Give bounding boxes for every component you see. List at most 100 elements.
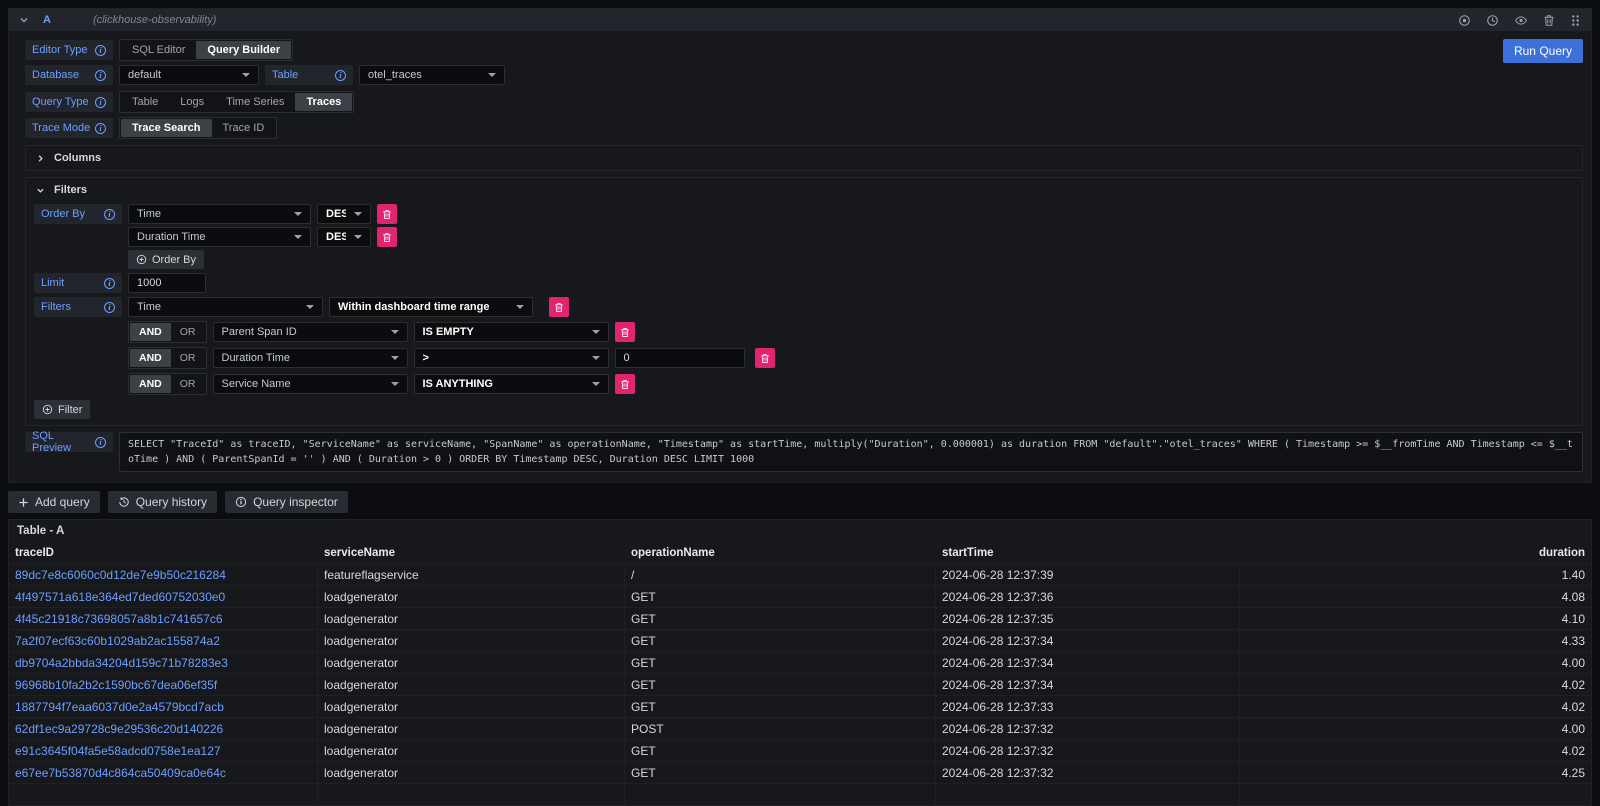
history-icon xyxy=(118,496,130,508)
chevron-down-icon xyxy=(306,305,314,309)
filter-field-select-3[interactable]: Service Name xyxy=(213,374,408,394)
remove-order-by-button-2[interactable] xyxy=(377,227,397,247)
chevron-down-icon xyxy=(516,305,524,309)
column-header-traceid[interactable]: traceID xyxy=(9,542,318,563)
duration-cell: 4.02 xyxy=(1240,696,1591,717)
trace-id-link[interactable]: 4f45c21918c73698057a8b1c741657c6 xyxy=(9,608,318,629)
info-icon[interactable]: i xyxy=(335,70,346,81)
column-header-servicename[interactable]: serviceName xyxy=(318,542,625,563)
operation-name-cell: GET xyxy=(625,630,936,651)
tab-table[interactable]: Table xyxy=(121,93,169,111)
tab-trace-search[interactable]: Trace Search xyxy=(121,119,212,137)
table-row: e67ee7b53870d4c864ca50409ca0e64c loadgen… xyxy=(9,761,1591,783)
filter-value-input-2[interactable] xyxy=(615,348,745,368)
filters-section: Filters Order By i Time DESC xyxy=(25,177,1583,426)
history-icon[interactable] xyxy=(1486,14,1499,27)
remove-order-by-button-1[interactable] xyxy=(377,204,397,224)
and-option[interactable]: AND xyxy=(130,349,171,367)
and-option[interactable]: AND xyxy=(130,323,171,341)
trace-id-link[interactable]: 89dc7e8c6060c0d12de7e9b50c216284 xyxy=(9,564,318,585)
or-option[interactable]: OR xyxy=(171,375,205,393)
filter-field-select-2[interactable]: Duration Time xyxy=(213,348,408,368)
run-query-button[interactable]: Run Query xyxy=(1503,39,1583,63)
limit-input[interactable] xyxy=(128,273,206,293)
start-time-cell: 2024-06-28 12:37:32 xyxy=(936,718,1240,739)
sql-preview-label: SQL Preview i xyxy=(25,432,113,452)
order-by-field-select-2[interactable]: Duration Time xyxy=(128,227,311,247)
service-name-cell: featureflagservice xyxy=(318,564,625,585)
table-select[interactable]: otel_traces xyxy=(359,65,505,85)
columns-section-header[interactable]: Columns xyxy=(26,146,1582,170)
operation-name-cell: GET xyxy=(625,586,936,607)
filters-label: Filters i xyxy=(34,297,122,317)
start-time-cell: 2024-06-28 12:37:32 xyxy=(936,740,1240,761)
table-row: 7a2f07ecf63c60b1029ab2ac155874a2 loadgen… xyxy=(9,629,1591,651)
or-option[interactable]: OR xyxy=(171,323,205,341)
tab-query-builder[interactable]: Query Builder xyxy=(196,41,291,59)
table-row: 4f497571a618e364ed7ded60752030e0 loadgen… xyxy=(9,585,1591,607)
info-icon[interactable]: i xyxy=(95,45,106,56)
filters-section-header[interactable]: Filters xyxy=(26,178,1582,202)
table-row: 1887794f7eaa6037d0e2a4579bcd7acb loadgen… xyxy=(9,695,1591,717)
duration-cell: 1.40 xyxy=(1240,564,1591,585)
table-row: 89dc7e8c6060c0d12de7e9b50c216284 feature… xyxy=(9,563,1591,585)
order-by-label: Order By i xyxy=(34,204,122,224)
record-icon[interactable] xyxy=(1458,14,1471,27)
column-header-operationname[interactable]: operationName xyxy=(625,542,936,563)
tab-time-series[interactable]: Time Series xyxy=(215,93,295,111)
drag-handle-icon[interactable] xyxy=(1570,14,1581,27)
or-option[interactable]: OR xyxy=(171,349,205,367)
info-icon[interactable]: i xyxy=(95,97,106,108)
remove-filter-button-2[interactable] xyxy=(755,348,775,368)
tab-sql-editor[interactable]: SQL Editor xyxy=(121,41,196,59)
query-row-header[interactable]: A (clickhouse-observability) xyxy=(9,9,1591,31)
collapse-chevron-icon[interactable] xyxy=(19,15,29,25)
trash-icon[interactable] xyxy=(1543,14,1555,27)
add-filter-button[interactable]: Filter xyxy=(34,400,90,419)
tab-logs[interactable]: Logs xyxy=(169,93,215,111)
query-inspector-button[interactable]: Query inspector xyxy=(225,491,348,513)
info-icon[interactable]: i xyxy=(95,70,106,81)
info-icon[interactable]: i xyxy=(104,278,115,289)
database-select[interactable]: default xyxy=(119,65,259,85)
filter-time-field-select[interactable]: Time xyxy=(128,297,323,317)
info-icon[interactable]: i xyxy=(95,437,106,448)
filter-operator-select-3[interactable]: IS ANYTHING xyxy=(414,374,609,394)
remove-filter-button-1[interactable] xyxy=(615,322,635,342)
trace-mode-label: Trace Mode i xyxy=(25,118,113,138)
trace-id-link[interactable]: 7a2f07ecf63c60b1029ab2ac155874a2 xyxy=(9,630,318,651)
filter-time-operator-select[interactable]: Within dashboard time range xyxy=(329,297,533,317)
trace-id-link[interactable]: 96968b10fa2b2c1590bc67dea06ef35f xyxy=(9,674,318,695)
tab-trace-id[interactable]: Trace ID xyxy=(212,119,276,137)
trace-mode-switch: Trace Search Trace ID xyxy=(119,117,277,139)
add-query-button[interactable]: Add query xyxy=(8,491,100,513)
and-option[interactable]: AND xyxy=(130,375,171,393)
filter-operator-select-2[interactable]: > xyxy=(414,348,609,368)
remove-filter-button-3[interactable] xyxy=(615,374,635,394)
trace-id-link[interactable]: 62df1ec9a29728c9e29536c20d140226 xyxy=(9,718,318,739)
query-history-button[interactable]: Query history xyxy=(108,491,217,513)
order-by-direction-select-1[interactable]: DESC xyxy=(317,204,371,224)
trace-id-link[interactable]: 1887794f7eaa6037d0e2a4579bcd7acb xyxy=(9,696,318,717)
order-by-field-select-1[interactable]: Time xyxy=(128,204,311,224)
tab-traces[interactable]: Traces xyxy=(295,93,352,111)
order-by-direction-select-2[interactable]: DESC xyxy=(317,227,371,247)
column-header-duration[interactable]: duration xyxy=(1240,542,1591,563)
column-header-starttime[interactable]: startTime xyxy=(936,542,1240,563)
filter-operator-select-1[interactable]: IS EMPTY xyxy=(414,322,609,342)
filter-field-select-1[interactable]: Parent Span ID xyxy=(213,322,408,342)
add-order-by-button[interactable]: Order By xyxy=(128,250,204,269)
table-row: e91c3645f04fa5e58adcd0758e1ea127 loadgen… xyxy=(9,739,1591,761)
trace-id-link[interactable]: db9704a2bbda34204d159c71b78283e3 xyxy=(9,652,318,673)
eye-icon[interactable] xyxy=(1514,14,1528,27)
info-icon[interactable]: i xyxy=(104,302,115,313)
trace-id-link[interactable]: e91c3645f04fa5e58adcd0758e1ea127 xyxy=(9,740,318,761)
trace-id-link[interactable]: 4f497571a618e364ed7ded60752030e0 xyxy=(9,586,318,607)
operation-name-cell: GET xyxy=(625,608,936,629)
info-icon[interactable]: i xyxy=(104,209,115,220)
query-type-switch: Table Logs Time Series Traces xyxy=(119,91,354,113)
start-time-cell: 2024-06-28 12:37:35 xyxy=(936,608,1240,629)
operation-name-cell: GET xyxy=(625,740,936,761)
remove-time-filter-button[interactable] xyxy=(549,297,569,317)
info-icon[interactable]: i xyxy=(95,123,106,134)
